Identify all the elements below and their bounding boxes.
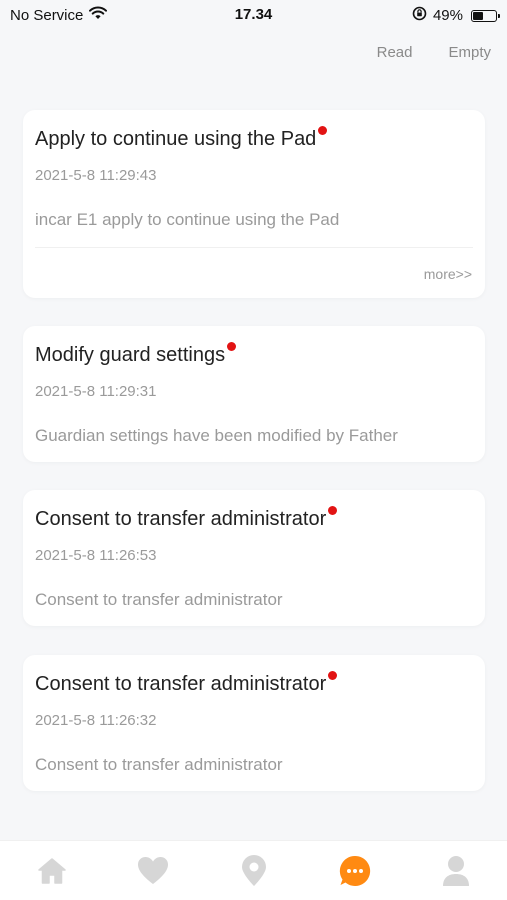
header: Read Empty	[0, 30, 507, 80]
rotation-lock-icon	[412, 6, 427, 25]
read-button[interactable]: Read	[377, 44, 413, 61]
unread-dot	[328, 671, 338, 680]
message-title: Consent to transfer administrator	[35, 671, 338, 696]
message-card[interactable]: Apply to continue using the Pad 2021-5-8…	[23, 110, 485, 298]
unread-dot	[227, 342, 237, 351]
message-time: 2021-5-8 11:29:31	[35, 383, 157, 400]
message-card[interactable]: Modify guard settings 2021-5-8 11:29:31 …	[23, 326, 485, 462]
profile-icon	[443, 856, 469, 886]
message-card[interactable]: Consent to transfer administrator 2021-5…	[23, 490, 485, 626]
tab-location[interactable]	[236, 853, 272, 889]
empty-button[interactable]: Empty	[448, 44, 491, 61]
message-title: Apply to continue using the Pad	[35, 126, 328, 151]
header-actions: Read Empty	[377, 44, 491, 61]
message-time: 2021-5-8 11:26:53	[35, 547, 157, 564]
message-body: Consent to transfer administrator	[35, 590, 283, 609]
status-right: 49%	[412, 6, 500, 25]
message-list[interactable]: Apply to continue using the Pad 2021-5-8…	[0, 84, 507, 840]
heart-icon	[138, 857, 168, 884]
more-link[interactable]: more>>	[424, 266, 472, 282]
message-body: incar E1 apply to continue using the Pad	[35, 210, 340, 229]
message-title-text: Apply to continue using the Pad	[35, 128, 317, 150]
tab-home[interactable]	[34, 853, 70, 889]
message-title-text: Consent to transfer administrator	[35, 673, 327, 695]
battery-percent: 49%	[432, 7, 463, 24]
card-divider	[35, 247, 473, 248]
message-card[interactable]: Consent to transfer administrator 2021-5…	[23, 655, 485, 791]
message-title-text: Modify guard settings	[35, 344, 226, 366]
battery-level	[473, 11, 484, 20]
tab-messages[interactable]	[337, 853, 373, 889]
message-body: Consent to transfer administrator	[35, 755, 283, 774]
message-body: Guardian settings have been modified by …	[35, 426, 398, 445]
message-time: 2021-5-8 11:26:32	[35, 712, 157, 729]
status-bar: No Service 17.34 49%	[0, 0, 507, 30]
message-title-text: Consent to transfer administrator	[35, 508, 327, 530]
chat-bubble-icon	[339, 855, 371, 886]
unread-dot	[328, 506, 338, 515]
home-icon	[38, 858, 66, 884]
message-time: 2021-5-8 11:29:43	[35, 167, 157, 184]
message-title: Consent to transfer administrator	[35, 506, 338, 531]
location-pin-icon	[242, 855, 266, 886]
message-title: Modify guard settings	[35, 342, 237, 367]
battery-icon	[471, 9, 500, 22]
tab-bar	[0, 840, 507, 900]
tab-favorites[interactable]	[135, 853, 171, 889]
tab-profile[interactable]	[438, 853, 474, 889]
unread-dot	[318, 126, 328, 135]
